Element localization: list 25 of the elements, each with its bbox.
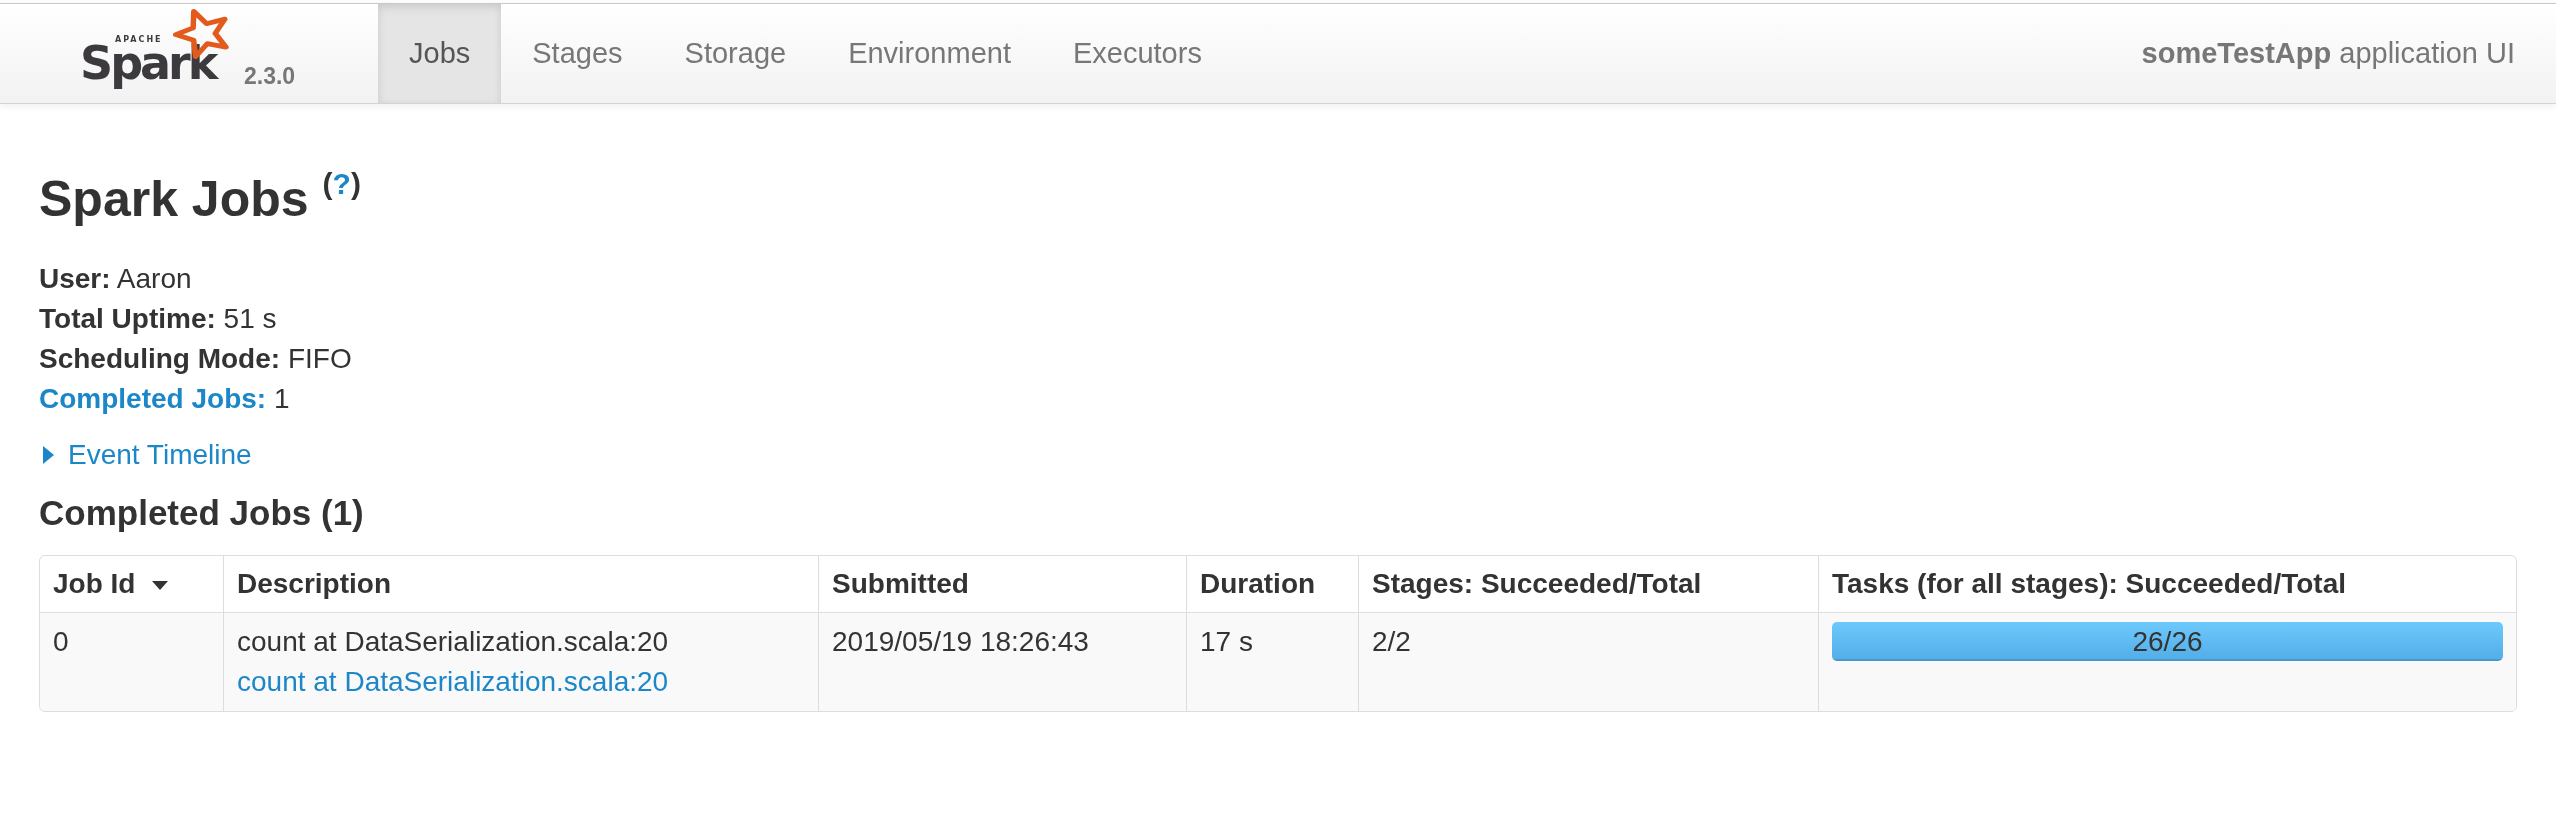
nav-tab[interactable]: Storage — [653, 4, 818, 103]
nav-tab[interactable]: Stages — [501, 4, 654, 103]
description-link[interactable]: count at DataSerialization.scala:20 — [237, 662, 805, 702]
nav-tab[interactable]: Jobs — [378, 4, 502, 103]
progress-label: 26/26 — [2131, 625, 2204, 659]
nav-tab[interactable]: Environment — [817, 4, 1042, 103]
event-timeline-toggle[interactable]: Event Timeline — [39, 435, 252, 475]
page-title: Spark Jobs — [39, 171, 309, 227]
summary-value: 1 — [273, 383, 290, 414]
nav-tab[interactable]: Executors — [1041, 4, 1233, 103]
summary-item: Total Uptime: 51 s — [39, 303, 277, 334]
description-text: count at DataSerialization.scala:20 — [237, 625, 670, 659]
table-cell: 0 — [40, 613, 223, 711]
app-title: someTestApp application UI — [2141, 37, 2516, 70]
version-label: 2.3.0 — [244, 62, 296, 90]
sort-caret-icon — [152, 581, 169, 591]
table-cell: 2019/05/19 18:26:43 — [818, 613, 1186, 711]
summary-link[interactable]: Completed Jobs: — [39, 383, 267, 414]
table-cell: 2/2 — [1358, 613, 1818, 711]
help-link[interactable]: (?) — [322, 167, 361, 200]
section-title: Completed Jobs (1) — [39, 492, 365, 534]
summary-item: Scheduling Mode: FIFO — [39, 343, 352, 374]
summary-item: User: Aaron — [39, 263, 192, 294]
logo-tagline: APACHE — [115, 35, 163, 44]
table-cell: 17 s — [1186, 613, 1358, 711]
